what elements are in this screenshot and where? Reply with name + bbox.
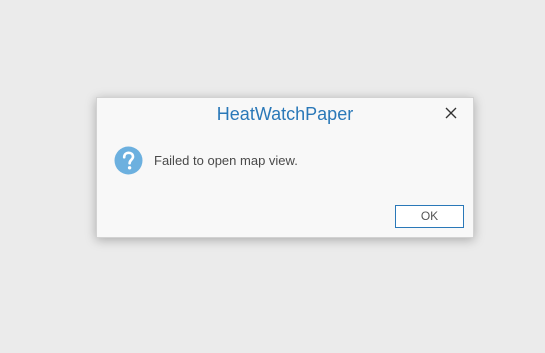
error-dialog: HeatWatchPaper Failed to open map view. … (96, 97, 474, 238)
ok-button[interactable]: OK (395, 205, 464, 228)
close-button[interactable] (443, 105, 459, 121)
dialog-message: Failed to open map view. (154, 153, 298, 168)
dialog-title: HeatWatchPaper (216, 104, 354, 124)
question-icon (114, 146, 143, 175)
close-icon (445, 107, 457, 119)
